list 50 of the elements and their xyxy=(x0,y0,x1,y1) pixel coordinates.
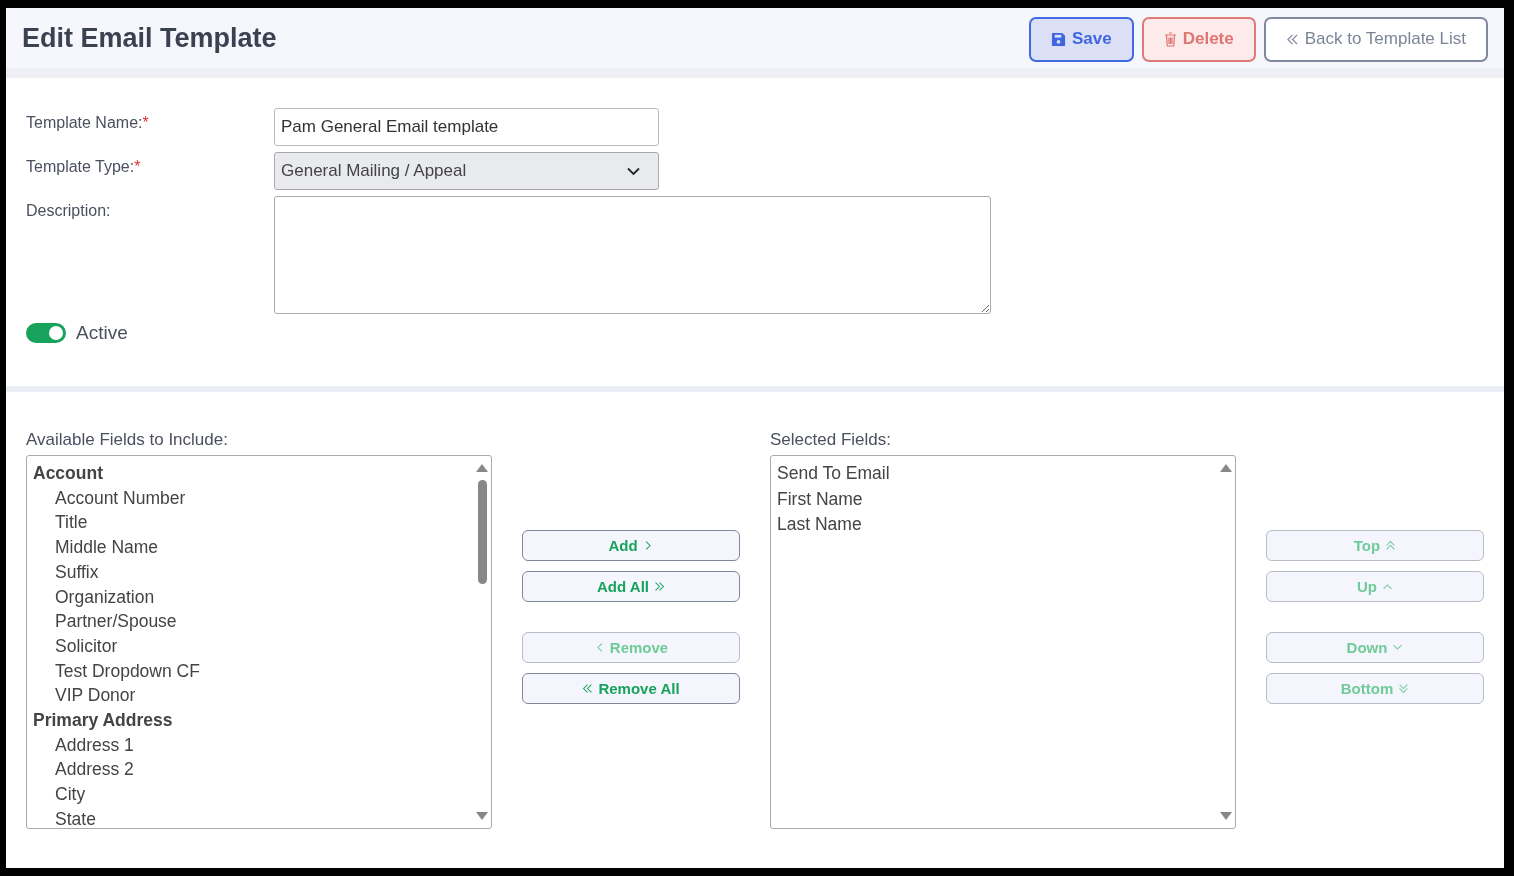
scrollbar-thumb[interactable] xyxy=(477,480,487,584)
list-item[interactable]: Organization xyxy=(33,584,467,610)
list-item[interactable]: Solicitor xyxy=(33,633,467,659)
field-label: Template Type: xyxy=(26,158,135,175)
double-chevron-down-icon xyxy=(1398,683,1410,694)
required-mark: * xyxy=(142,114,149,131)
list-item[interactable]: Title xyxy=(33,510,467,536)
list-item[interactable]: Partner/Spouse xyxy=(33,609,467,634)
list-label: Selected Fields: xyxy=(770,430,892,450)
template-name-field[interactable]: Pam General Email template xyxy=(274,108,659,146)
list-item[interactable]: State xyxy=(33,806,467,828)
list-item[interactable]: Address 1 xyxy=(33,732,467,758)
scroll-down-icon xyxy=(476,812,488,820)
field-label: Description: xyxy=(26,201,112,221)
scroll-up-icon xyxy=(1220,464,1232,472)
selected-fields-list[interactable]: Send To Email First Name Last Name xyxy=(770,455,1236,829)
double-chevron-up-icon xyxy=(1385,540,1397,551)
save-button[interactable]: Save xyxy=(1029,16,1134,62)
available-fields-list[interactable]: Account Account Number Title Middle Name Suffix Organization Partner/Spouse Solicitor Test Dropdown CF VIP Donor Primary Address Address 1 Address 2 City State xyxy=(26,455,492,829)
list-label: Available Fields to Include: xyxy=(26,430,229,450)
scroll-down-icon xyxy=(1220,812,1232,820)
active-toggle[interactable] xyxy=(26,323,66,343)
back-button[interactable]: Back to Template List xyxy=(1263,16,1488,62)
double-chevron-right-icon xyxy=(653,581,665,592)
list-item[interactable]: Account Number xyxy=(33,485,467,511)
double-chevron-left-icon xyxy=(582,683,594,694)
trash-icon xyxy=(1163,31,1177,47)
list-item[interactable]: Send To Email xyxy=(777,461,1211,487)
required-mark: * xyxy=(134,158,141,175)
field-label: Template Name: xyxy=(26,114,143,131)
list-item[interactable]: Test Dropdown CF xyxy=(33,658,467,684)
list-item[interactable]: Middle Name xyxy=(33,535,467,560)
page-title: Edit Email Template xyxy=(22,22,277,54)
description-field[interactable] xyxy=(274,196,991,314)
chevron-down-icon xyxy=(627,166,640,176)
template-type-dropdown[interactable]: General Mailing / Appeal xyxy=(274,152,659,190)
list-item[interactable]: Suffix xyxy=(33,559,467,585)
double-chevron-left-icon xyxy=(1285,32,1299,46)
group-heading: Primary Address xyxy=(33,709,174,733)
chevron-down-icon xyxy=(1392,642,1404,653)
list-item[interactable]: Address 2 xyxy=(33,757,467,783)
list-item[interactable]: VIP Donor xyxy=(33,683,467,709)
toggle-label: Active xyxy=(76,322,128,344)
list-item[interactable]: First Name xyxy=(777,486,1211,512)
list-item[interactable]: Last Name xyxy=(777,512,1211,538)
save-icon xyxy=(1051,31,1066,47)
chevron-up-icon xyxy=(1382,581,1393,592)
scroll-up-icon xyxy=(476,464,488,472)
list-item[interactable]: City xyxy=(33,782,467,807)
group-heading: Account xyxy=(33,462,104,485)
